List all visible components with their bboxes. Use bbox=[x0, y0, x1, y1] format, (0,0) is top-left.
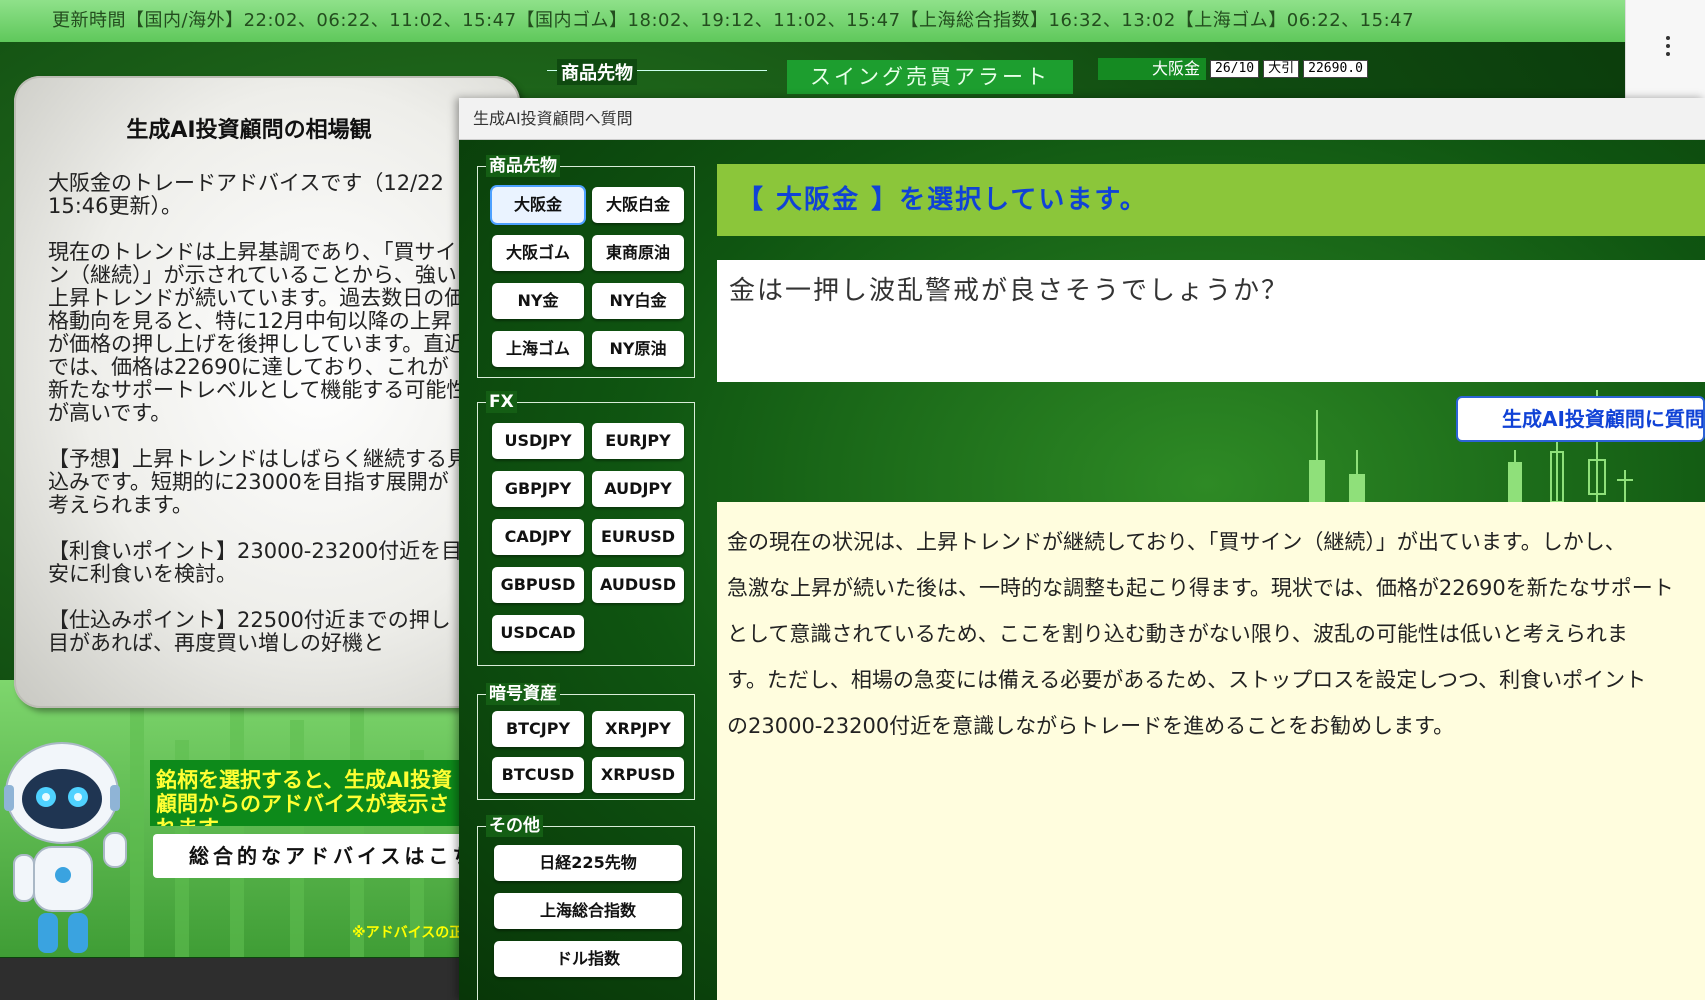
more-options-icon[interactable] bbox=[1666, 36, 1670, 60]
ask-advisor-dialog: 生成AI投資顧問へ質問 商品先物 大阪金 大阪白金 大阪ゴム 東商原油 NY金 … bbox=[459, 98, 1705, 1000]
btn-usdcad[interactable]: USDCAD bbox=[492, 615, 584, 651]
btn-audusd[interactable]: AUDUSD bbox=[592, 567, 684, 603]
btn-tocom-crude[interactable]: 東商原油 bbox=[592, 235, 684, 271]
btn-xrpusd[interactable]: XRPUSD bbox=[592, 757, 684, 793]
answer-line: の23000-23200付近を意識しながらトレードを進めることをお勧めします。 bbox=[727, 714, 1455, 738]
swing-alert-button[interactable]: スイング売買アラート bbox=[787, 60, 1073, 94]
btn-ny-gold[interactable]: NY金 bbox=[492, 283, 584, 319]
dialog-title: 生成AI投資顧問へ質問 bbox=[459, 98, 1705, 140]
advice-body: 大阪金のトレードアドバイスです（12/22 15:46更新）。 現在のトレンドは… bbox=[48, 172, 468, 678]
btn-shanghai-composite[interactable]: 上海総合指数 bbox=[494, 893, 682, 929]
btn-shanghai-rubber[interactable]: 上海ゴム bbox=[492, 331, 584, 367]
btn-eurjpy[interactable]: EURJPY bbox=[592, 423, 684, 459]
btn-btcjpy[interactable]: BTCJPY bbox=[492, 711, 584, 747]
btn-osaka-rubber[interactable]: 大阪ゴム bbox=[492, 235, 584, 271]
overall-advice-button[interactable]: 総合的なアドバイスはこちら bbox=[153, 834, 473, 878]
group-label: 商品先物 bbox=[486, 155, 560, 177]
answer-line: す。ただし、相場の急変には備える必要があるため、ストップロスを設定しつつ、利食い… bbox=[727, 668, 1647, 692]
btn-osaka-platinum[interactable]: 大阪白金 bbox=[592, 187, 684, 223]
btn-eurusd[interactable]: EURUSD bbox=[592, 519, 684, 555]
advice-bubble: 生成AI投資顧問の相場観 大阪金のトレードアドバイスです（12/22 15:46… bbox=[14, 76, 520, 708]
quote-session: 大引 bbox=[1263, 60, 1300, 78]
advice-paragraph: 大阪金のトレードアドバイスです（12/22 15:46更新）。 bbox=[48, 171, 444, 218]
btn-nikkei225-futures[interactable]: 日経225先物 bbox=[494, 845, 682, 881]
update-time-ticker: 更新時間【国内/海外】22:02、06:22、11:02、15:47【国内ゴム】… bbox=[0, 0, 1625, 42]
question-input[interactable]: 金は一押し波乱警戒が良さそうでしょうか？ bbox=[717, 260, 1705, 382]
answer-line: 金の現在の状況は、上昇トレンドが継続しており、「買サイン（継続）」が出ています。… bbox=[727, 530, 1626, 554]
btn-audjpy[interactable]: AUDJPY bbox=[592, 471, 684, 507]
browser-side-panel bbox=[1625, 0, 1705, 110]
fx-group: FX USDJPY EURJPY GBPJPY AUDJPY CADJPY EU… bbox=[477, 391, 695, 666]
advice-title: 生成AI投資顧問の相場観 bbox=[126, 118, 372, 143]
btn-xrpjpy[interactable]: XRPJPY bbox=[592, 711, 684, 747]
btn-usdjpy[interactable]: USDJPY bbox=[492, 423, 584, 459]
background-category-header: 商品先物 bbox=[547, 59, 767, 94]
group-label: 暗号資産 bbox=[486, 683, 560, 705]
btn-dollar-index[interactable]: ドル指数 bbox=[494, 941, 682, 977]
advice-paragraph: 【利食いポイント】23000-23200付近を目安に利食いを検討。 bbox=[48, 539, 463, 586]
crypto-group: 暗号資産 BTCJPY XRPJPY BTCUSD XRPUSD bbox=[477, 683, 695, 800]
btn-btcusd[interactable]: BTCUSD bbox=[492, 757, 584, 793]
answer-output: 金の現在の状況は、上昇トレンドが継続しており、「買サイン（継続）」が出ています。… bbox=[717, 502, 1705, 1000]
btn-osaka-gold[interactable]: 大阪金 bbox=[492, 187, 584, 223]
answer-line: 急激な上昇が続いた後は、一時的な調整も起こり得ます。現状では、価格が22690を… bbox=[727, 576, 1674, 600]
btn-cadjpy[interactable]: CADJPY bbox=[492, 519, 584, 555]
advice-paragraph: 【仕込みポイント】22500付近までの押し目があれば、再度買い増しの好機と bbox=[48, 608, 451, 655]
selected-instrument-banner: 【 大阪金 】を選択しています。 bbox=[717, 164, 1705, 236]
group-label: FX bbox=[486, 391, 517, 413]
btn-ny-crude[interactable]: NY原油 bbox=[592, 331, 684, 367]
dialog-body: 商品先物 大阪金 大阪白金 大阪ゴム 東商原油 NY金 NY白金 上海ゴム NY… bbox=[459, 140, 1705, 1000]
answer-line: として意識されているため、ここを割り込む動きがない限り、波乱の可能性は低いと考え… bbox=[727, 622, 1628, 646]
quote-row: 大阪金 26/10 大引 22690.0 bbox=[1098, 58, 1368, 80]
advice-paragraph: 【予想】上昇トレンドはしばらく継続する見込みです。短期的に23000を目指す展開… bbox=[48, 447, 468, 517]
select-instrument-notice: 銘柄を選択すると、生成AI投資顧問からのアドバイスが表示されます。 bbox=[150, 760, 470, 826]
commodity-futures-group: 商品先物 大阪金 大阪白金 大阪ゴム 東商原油 NY金 NY白金 上海ゴム NY… bbox=[477, 155, 695, 378]
advice-paragraph: 現在のトレンドは上昇基調であり、「買サイン（継続）」が示されていることから、強い… bbox=[48, 240, 468, 425]
quote-price: 22690.0 bbox=[1303, 60, 1368, 78]
background-footer bbox=[0, 958, 470, 1000]
background-category-label: 商品先物 bbox=[557, 59, 637, 85]
btn-ny-platinum[interactable]: NY白金 bbox=[592, 283, 684, 319]
ask-advisor-button[interactable]: 生成AI投資顧問に質問する bbox=[1456, 396, 1705, 442]
quote-name: 大阪金 bbox=[1098, 58, 1206, 80]
quote-contract: 26/10 bbox=[1210, 60, 1260, 78]
other-group: その他 日経225先物 上海総合指数 ドル指数 bbox=[477, 815, 695, 1000]
btn-gbpusd[interactable]: GBPUSD bbox=[492, 567, 584, 603]
btn-gbpjpy[interactable]: GBPJPY bbox=[492, 471, 584, 507]
group-label: その他 bbox=[486, 815, 543, 837]
robot-mascot-icon bbox=[4, 742, 127, 953]
